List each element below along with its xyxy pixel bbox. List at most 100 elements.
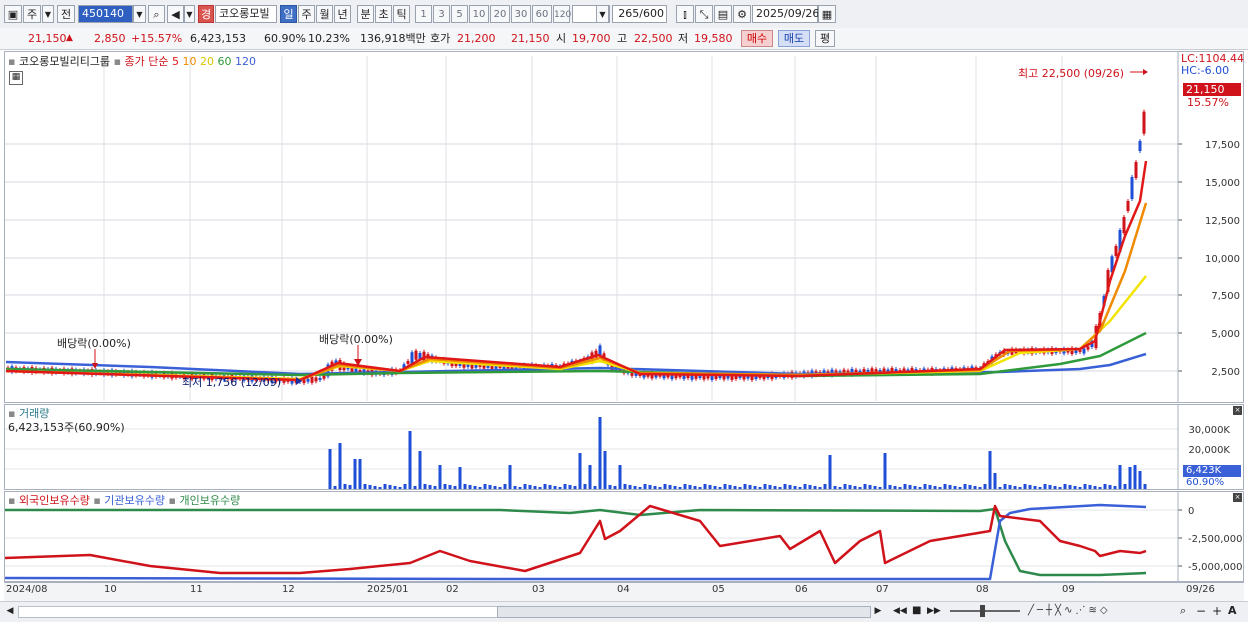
crosshair-icon[interactable]: ⤡ bbox=[695, 5, 713, 23]
period-year-tab[interactable]: 년 bbox=[334, 5, 351, 23]
settings-gear-icon[interactable]: ⚙ bbox=[733, 5, 751, 23]
save-icon[interactable]: ▤ bbox=[714, 5, 732, 23]
volume-bar bbox=[348, 485, 352, 489]
speaker-dropdown-icon[interactable]: ▼ bbox=[184, 5, 195, 23]
stop-icon[interactable]: ■ bbox=[912, 604, 924, 618]
candle-style-icon[interactable]: ⫾ bbox=[676, 5, 694, 23]
hc-value: HC:-6.00 bbox=[1181, 64, 1230, 77]
volume-bar bbox=[458, 467, 462, 489]
interval-120-button[interactable]: 120 bbox=[553, 5, 571, 23]
low-price: 19,580 bbox=[694, 32, 733, 45]
stock-name-field[interactable]: 코오롱모빌 bbox=[215, 5, 277, 23]
individual-holding-label[interactable]: 개인보유수량 bbox=[179, 494, 240, 507]
volume-bar bbox=[443, 484, 447, 489]
interval-5-button[interactable]: 5 bbox=[451, 5, 468, 23]
evaluate-button[interactable]: 평 bbox=[815, 30, 835, 47]
calendar-icon[interactable]: ▦ bbox=[818, 5, 836, 23]
volume-bar bbox=[708, 485, 712, 489]
volume-bar bbox=[1088, 485, 1092, 489]
interval-60-button[interactable]: 60 bbox=[532, 5, 552, 23]
candle-body bbox=[698, 376, 702, 378]
volume-bar bbox=[983, 484, 987, 489]
volume-bar bbox=[613, 486, 617, 489]
rewind-icon[interactable]: ◀◀ bbox=[893, 604, 907, 618]
volume-bar bbox=[648, 485, 652, 489]
volume-bar bbox=[883, 453, 887, 489]
count-total: /600 bbox=[639, 7, 664, 20]
price-chart[interactable]: 17,500 15,000 12,500 10,000 7,500 5,000 2,500 bbox=[0, 51, 1248, 403]
period-toggle-button[interactable]: 주 bbox=[23, 5, 41, 23]
volume-bar bbox=[678, 487, 682, 489]
interval-30-button[interactable]: 30 bbox=[511, 5, 531, 23]
forward-icon[interactable]: ▶▶ bbox=[927, 604, 941, 618]
volume-bar bbox=[623, 484, 627, 489]
font-size-icon[interactable]: A bbox=[1228, 604, 1242, 618]
volume-bar bbox=[853, 486, 857, 489]
zoom-in-icon[interactable]: + bbox=[1212, 604, 1224, 618]
period-tick-tab[interactable]: 틱 bbox=[393, 5, 410, 23]
scroll-track[interactable] bbox=[18, 606, 498, 618]
y-tick-label: 10,000 bbox=[1205, 254, 1240, 265]
trade-amount: 136,918백만 bbox=[360, 32, 426, 45]
interval-20-button[interactable]: 20 bbox=[490, 5, 510, 23]
interval-10-button[interactable]: 10 bbox=[469, 5, 489, 23]
custom-interval-dropdown-icon[interactable]: ▼ bbox=[596, 5, 609, 23]
period-day-tab[interactable]: 일 bbox=[280, 5, 297, 23]
sell-button[interactable]: 매도 bbox=[778, 30, 810, 47]
volume-bar bbox=[1083, 484, 1087, 489]
volume-close-icon[interactable]: × bbox=[1233, 406, 1242, 415]
search-icon[interactable]: ⌕ bbox=[148, 5, 165, 23]
period-month-tab[interactable]: 월 bbox=[316, 5, 333, 23]
open-price: 19,700 bbox=[572, 32, 611, 45]
candle-body bbox=[718, 376, 722, 378]
prev-button[interactable]: 전 bbox=[57, 5, 75, 23]
institution-holding-label[interactable]: 기관보유수량 bbox=[104, 494, 165, 507]
volume-bar bbox=[1108, 485, 1112, 489]
price-legend: ▪ 코오롱모빌리티그룹 ▪ 종가 단순 5 10 20 60 120 bbox=[8, 53, 256, 69]
scroll-thumb[interactable] bbox=[497, 606, 871, 618]
volume-bar bbox=[1138, 471, 1142, 489]
window-menu-icon[interactable]: ▣ bbox=[4, 5, 22, 23]
period-second-tab[interactable]: 초 bbox=[375, 5, 392, 23]
candle-body bbox=[1122, 217, 1126, 233]
volume-bar bbox=[638, 487, 642, 489]
zoom-out-icon[interactable]: − bbox=[1196, 604, 1208, 618]
ma-legend-prefix[interactable]: 종가 단순 bbox=[125, 55, 169, 68]
zoom-slider-handle[interactable] bbox=[980, 605, 985, 617]
volume-chart[interactable]: 30,000K20,000K10,000K bbox=[0, 404, 1248, 490]
ma10-line bbox=[5, 202, 1148, 382]
scroll-left-icon[interactable]: ◀ bbox=[4, 604, 16, 618]
interval-3-button[interactable]: 3 bbox=[433, 5, 450, 23]
period-week-tab[interactable]: 주 bbox=[298, 5, 315, 23]
count-field[interactable]: 265/600 bbox=[612, 5, 667, 23]
holder-close-icon[interactable]: × bbox=[1233, 493, 1242, 502]
table-toggle-icon[interactable]: ▦ bbox=[9, 71, 23, 85]
volume-bar bbox=[1093, 486, 1097, 489]
period-dropdown-icon[interactable]: ▼ bbox=[42, 5, 54, 23]
volume-bar bbox=[383, 484, 387, 489]
ma10-label: 10 bbox=[182, 55, 197, 68]
price-panel-title[interactable]: 코오롱모빌리티그룹 bbox=[19, 55, 110, 68]
legend-marker-icon: ▪ bbox=[113, 55, 122, 68]
period-minute-tab[interactable]: 분 bbox=[357, 5, 374, 23]
x-label: 12 bbox=[282, 584, 295, 595]
volume-bar bbox=[423, 484, 427, 489]
drawing-tools-icon[interactable]: ╱─┼╳∿⋰≋◇ bbox=[1028, 604, 1178, 618]
code-dropdown-icon[interactable]: ▼ bbox=[133, 5, 146, 23]
speaker-icon[interactable]: ◀ bbox=[167, 5, 184, 23]
foreign-holding-label[interactable]: 외국인보유수량 bbox=[19, 494, 90, 507]
volume-bar bbox=[578, 453, 582, 489]
magnifier-icon[interactable]: ⌕ bbox=[1180, 604, 1192, 618]
interval-1-button[interactable]: 1 bbox=[415, 5, 432, 23]
volume-bar bbox=[498, 487, 502, 489]
y-tick-label: 15,000 bbox=[1205, 178, 1240, 189]
dividend-annotation-2: 배당락(0.00%) bbox=[319, 333, 393, 346]
volume-bar bbox=[738, 487, 742, 489]
candle-body bbox=[1114, 246, 1118, 256]
date-field[interactable]: 2025/09/26 bbox=[752, 5, 819, 23]
buy-button[interactable]: 매수 bbox=[741, 30, 773, 47]
bottom-scroll-bar: ◀ ▶ ◀◀ ■ ▶▶ ╱─┼╳∿⋰≋◇ ⌕ − + A bbox=[0, 601, 1248, 622]
stock-code-input[interactable]: 450140 bbox=[78, 5, 133, 23]
zoom-slider-track[interactable] bbox=[950, 610, 1020, 612]
scroll-right-icon[interactable]: ▶ bbox=[872, 604, 884, 618]
